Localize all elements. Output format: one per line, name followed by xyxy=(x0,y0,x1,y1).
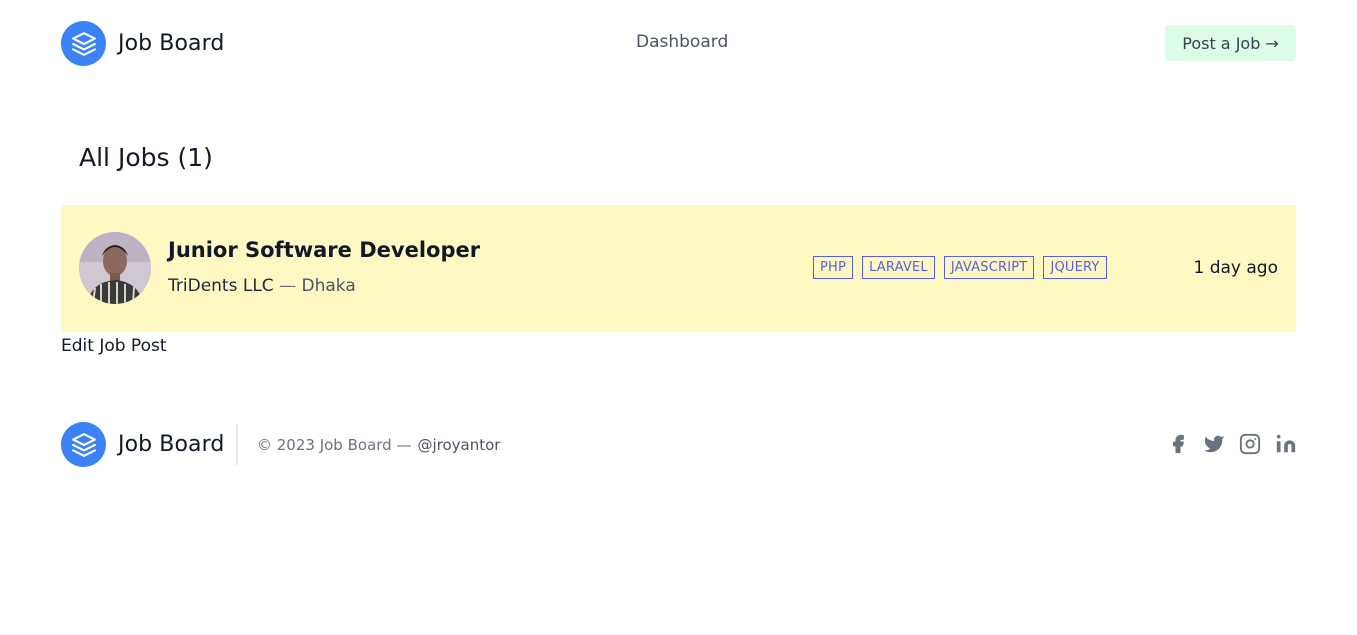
social-links xyxy=(1166,432,1298,456)
footer-logo[interactable]: Job Board xyxy=(61,422,224,467)
job-card[interactable]: Junior Software Developer TriDents LLC —… xyxy=(61,205,1296,332)
instagram-icon[interactable] xyxy=(1238,432,1262,456)
arrow-right-icon: → xyxy=(1265,33,1279,53)
company-avatar xyxy=(79,232,151,304)
footer-brand-name: Job Board xyxy=(118,432,225,457)
author-handle-link[interactable]: @jroyantor xyxy=(417,436,500,454)
footer-divider xyxy=(236,424,238,465)
job-location: Dhaka xyxy=(301,276,356,296)
job-meta: TriDents LLC — Dhaka xyxy=(168,276,356,296)
page-title: All Jobs (1) xyxy=(79,143,213,172)
facebook-icon[interactable] xyxy=(1166,432,1190,456)
stack-icon xyxy=(61,21,106,66)
copyright-text: © 2023 Job Board — xyxy=(257,436,412,454)
job-title[interactable]: Junior Software Developer xyxy=(168,238,480,262)
meta-separator: — xyxy=(279,276,302,296)
post-job-button[interactable]: Post a Job → xyxy=(1165,25,1296,61)
stack-icon xyxy=(61,422,106,467)
post-job-label: Post a Job xyxy=(1182,33,1261,53)
linkedin-icon[interactable] xyxy=(1274,432,1298,456)
twitter-icon[interactable] xyxy=(1202,432,1226,456)
footer-copyright: © 2023 Job Board — @jroyantor xyxy=(257,436,500,454)
brand-name: Job Board xyxy=(118,31,225,56)
edit-job-link[interactable]: Edit Job Post xyxy=(61,336,167,356)
header-logo[interactable]: Job Board xyxy=(61,21,224,66)
company-name: TriDents LLC xyxy=(168,276,274,296)
posted-date: 1 day ago xyxy=(1193,258,1278,278)
tag-javascript[interactable]: JAVASCRIPT xyxy=(943,256,1035,279)
tag-jquery[interactable]: JQUERY xyxy=(1043,256,1107,279)
tag-php[interactable]: PHP xyxy=(813,256,854,279)
tag-laravel[interactable]: LARAVEL xyxy=(862,256,935,279)
nav-dashboard-link[interactable]: Dashboard xyxy=(636,32,728,52)
tag-list: PHP LARAVEL JAVASCRIPT JQUERY xyxy=(813,256,1107,279)
